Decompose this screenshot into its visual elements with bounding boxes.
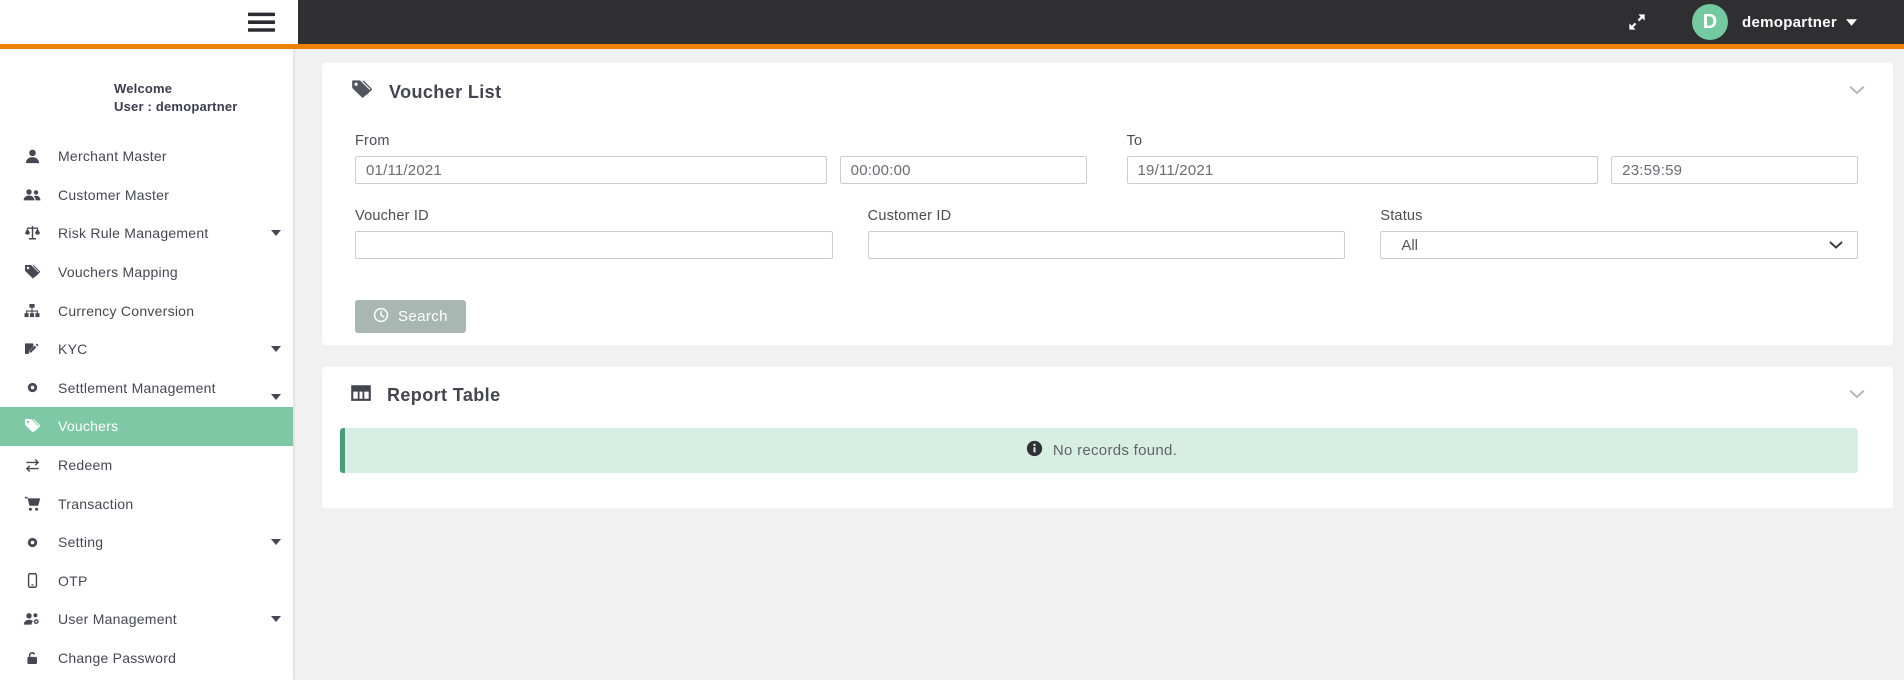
from-date-input[interactable] bbox=[355, 156, 827, 184]
balance-scale-icon bbox=[20, 224, 44, 242]
section-title: Report Table bbox=[387, 385, 501, 405]
sidebar-item-change-password[interactable]: Change Password bbox=[0, 639, 293, 678]
users-icon bbox=[20, 186, 44, 204]
sidebar-item-redeem[interactable]: Redeem bbox=[0, 446, 293, 485]
to-time-input[interactable] bbox=[1611, 156, 1858, 184]
page-title: Voucher List bbox=[389, 81, 502, 102]
caret-down-icon bbox=[271, 393, 281, 400]
search-button[interactable]: Search bbox=[355, 300, 466, 333]
sidebar-item-label: Settlement Management bbox=[58, 379, 216, 396]
gear-icon bbox=[20, 379, 44, 397]
mobile-icon bbox=[20, 572, 44, 590]
sidebar-item-risk-rule-management[interactable]: Risk Rule Management bbox=[0, 214, 293, 253]
sidebar-item-vouchers-mapping[interactable]: Vouchers Mapping bbox=[0, 253, 293, 292]
sidebar-item-currency-conversion[interactable]: Currency Conversion bbox=[0, 291, 293, 330]
sidebar-item-settlement-management[interactable]: Settlement Management bbox=[0, 369, 293, 408]
customer-id-label: Customer ID bbox=[867, 208, 952, 224]
sitemap-icon bbox=[20, 302, 44, 320]
users-gear-icon bbox=[20, 610, 44, 628]
sidebar-item-otp[interactable]: OTP bbox=[0, 562, 293, 601]
info-icon bbox=[1026, 440, 1043, 461]
caret-down-icon bbox=[271, 539, 281, 546]
tags-icon bbox=[20, 417, 44, 435]
sidebar-item-label: OTP bbox=[58, 572, 88, 589]
table-icon bbox=[350, 383, 372, 408]
sidebar-item-label: Setting bbox=[58, 534, 104, 551]
status-selected-value: All bbox=[1401, 236, 1418, 254]
gear-icon bbox=[20, 533, 44, 551]
fullscreen-expand-icon[interactable] bbox=[1628, 13, 1646, 31]
sidebar-item-label: Merchant Master bbox=[58, 148, 167, 165]
user-icon bbox=[20, 147, 44, 165]
chevron-down-icon bbox=[1829, 241, 1843, 249]
collapse-chevron-icon[interactable] bbox=[1849, 83, 1865, 98]
user-name: demopartner bbox=[1742, 13, 1837, 31]
voucher-list-card: Voucher List From To Voucher ID Customer… bbox=[322, 63, 1893, 345]
sidebar-nav: Merchant Master Customer Master Risk Rul… bbox=[0, 137, 293, 677]
sidebar-item-vouchers[interactable]: Vouchers bbox=[0, 407, 293, 446]
sidebar-item-label: Risk Rule Management bbox=[58, 225, 209, 242]
sidebar: Welcome User : demopartner Merchant Mast… bbox=[0, 49, 293, 680]
sidebar-item-transaction[interactable]: Transaction bbox=[0, 484, 293, 523]
no-records-alert: No records found. bbox=[340, 428, 1858, 473]
cart-icon bbox=[20, 495, 44, 513]
welcome-line1: Welcome bbox=[114, 81, 173, 96]
status-label: Status bbox=[1380, 208, 1423, 224]
top-bar: D demopartner bbox=[0, 0, 1904, 44]
user-menu[interactable]: demopartner bbox=[1742, 0, 1857, 44]
sidebar-item-customer-master[interactable]: Customer Master bbox=[0, 176, 293, 215]
sidebar-item-merchant-master[interactable]: Merchant Master bbox=[0, 137, 293, 176]
sidebar-item-label: Change Password bbox=[58, 650, 177, 667]
tags-icon bbox=[20, 263, 44, 281]
voucher-id-label: Voucher ID bbox=[355, 208, 429, 224]
clock-icon bbox=[373, 307, 389, 327]
sidebar-item-label: KYC bbox=[58, 341, 88, 358]
caret-down-icon bbox=[271, 230, 281, 237]
lock-open-icon bbox=[20, 649, 44, 667]
no-records-message: No records found. bbox=[1052, 442, 1178, 459]
sidebar-item-label: User Management bbox=[58, 611, 177, 628]
sidebar-item-label: Customer Master bbox=[58, 186, 170, 203]
file-signature-icon bbox=[20, 340, 44, 358]
sidebar-item-label: Vouchers bbox=[58, 418, 119, 435]
caret-down-icon bbox=[1846, 18, 1857, 26]
search-button-label: Search bbox=[398, 308, 448, 325]
tags-icon bbox=[350, 79, 374, 105]
report-table-card: Report Table No records found. bbox=[322, 367, 1893, 508]
to-label: To bbox=[1126, 133, 1143, 149]
collapse-chevron-icon[interactable] bbox=[1849, 387, 1865, 402]
exchange-icon bbox=[20, 456, 44, 474]
sidebar-item-label: Transaction bbox=[58, 495, 134, 512]
sidebar-item-setting[interactable]: Setting bbox=[0, 523, 293, 562]
welcome-text: Welcome User : demopartner bbox=[0, 80, 293, 116]
voucher-id-input[interactable] bbox=[355, 231, 833, 259]
caret-down-icon bbox=[271, 616, 281, 623]
welcome-line2: User : demopartner bbox=[114, 99, 238, 114]
sidebar-item-label: Currency Conversion bbox=[58, 302, 195, 319]
sidebar-item-user-management[interactable]: User Management bbox=[0, 600, 293, 639]
from-time-input[interactable] bbox=[839, 156, 1087, 184]
to-date-input[interactable] bbox=[1126, 156, 1599, 184]
sidebar-item-label: Vouchers Mapping bbox=[58, 264, 178, 281]
customer-id-input[interactable] bbox=[867, 231, 1346, 259]
avatar[interactable]: D bbox=[1692, 4, 1728, 40]
from-label: From bbox=[355, 133, 390, 149]
sidebar-item-kyc[interactable]: KYC bbox=[0, 330, 293, 369]
sidebar-item-label: Redeem bbox=[58, 457, 113, 474]
status-select[interactable]: All bbox=[1380, 231, 1858, 259]
caret-down-icon bbox=[271, 346, 281, 353]
hamburger-menu-icon[interactable] bbox=[248, 12, 275, 33]
